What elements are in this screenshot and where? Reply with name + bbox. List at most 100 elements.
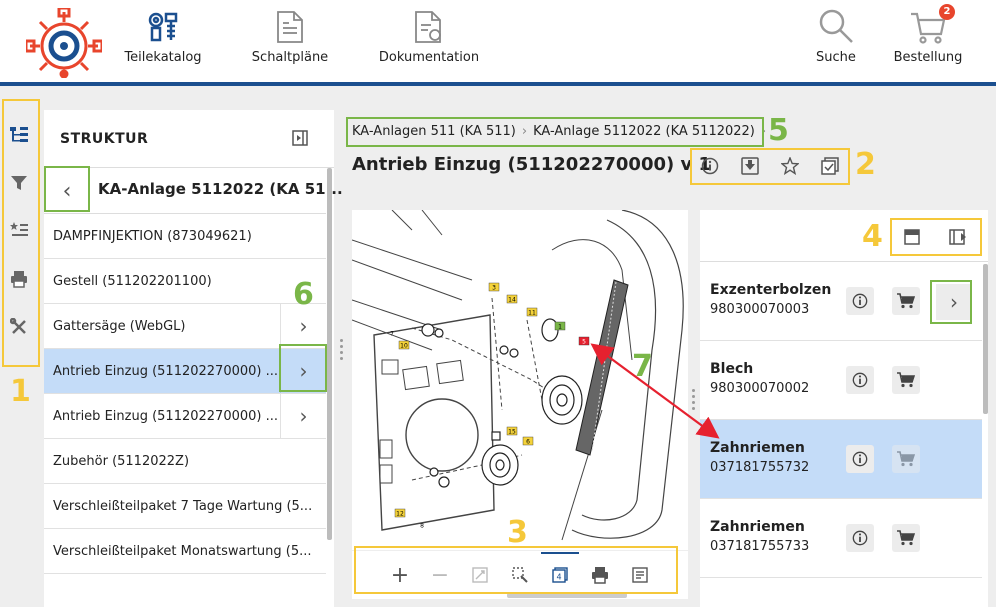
part-drilldown-button[interactable]: › [936, 284, 972, 320]
callout-number: 14 [508, 297, 516, 304]
structure-tree-button[interactable] [8, 124, 30, 146]
page-button[interactable]: 4 [541, 552, 579, 586]
part-row[interactable]: Exzenterbolzen 980300070003 › [700, 262, 982, 341]
structure-current-level: ‹ KA-Anlage 5112022 (KA 51... [44, 168, 343, 214]
structure-item-label: DAMPFINJEKTION (873049621) [53, 228, 252, 244]
list-icon [632, 567, 648, 583]
part-info-button[interactable] [846, 366, 874, 394]
left-splitter-handle[interactable] [340, 336, 344, 366]
callout-number: 11 [528, 310, 536, 317]
callout-label[interactable]: 5 [578, 336, 590, 346]
favorites-list-icon [10, 222, 28, 236]
structure-panel: STRUKTUR ‹ KA-Anlage 5112022 (KA 51... D… [44, 110, 343, 607]
filter-button[interactable] [8, 172, 30, 194]
favorites-list-button[interactable] [8, 220, 30, 242]
tools-button[interactable] [8, 316, 30, 338]
callout-label[interactable]: 15 [506, 426, 518, 436]
part-row[interactable]: Zahnriemen 037181755732 [700, 420, 982, 499]
list-button[interactable] [629, 564, 651, 586]
expand-item-button[interactable]: › [280, 349, 326, 393]
nav-parts-catalog[interactable]: Teilekatalog [122, 6, 204, 65]
print-button[interactable] [589, 564, 611, 586]
structure-item[interactable]: DAMPFINJEKTION (873049621) [44, 214, 326, 259]
structure-item[interactable]: Verschleißteilpaket 7 Tage Wartung (5... [44, 484, 326, 529]
download-icon [741, 157, 759, 175]
callout-number: 5 [582, 339, 586, 346]
part-info-button[interactable] [846, 287, 874, 315]
add-to-cart-button[interactable] [892, 366, 920, 394]
structure-scrollbar[interactable] [327, 168, 332, 540]
callout-number: 3 [492, 285, 496, 292]
nav-parts-catalog-label: Teilekatalog [124, 50, 202, 65]
print-icon [591, 566, 609, 584]
structure-item[interactable]: Gestell (511202201100) [44, 259, 326, 304]
checklist-button[interactable] [819, 155, 841, 177]
part-number: 037181755733 [710, 539, 810, 554]
part-row[interactable]: Zahnriemen 037181755733 [700, 499, 982, 578]
cart-icon [897, 293, 915, 309]
company-logo-icon[interactable] [26, 8, 102, 78]
annotation-label-5: 5 [768, 113, 789, 148]
info-button[interactable] [699, 155, 721, 177]
chevron-left-icon: ‹ [62, 178, 72, 204]
zoom-out-button[interactable]: − [429, 562, 451, 588]
nav-order[interactable]: 2 Bestellung [890, 4, 966, 65]
collapse-panel-icon[interactable] [292, 130, 308, 146]
breadcrumb-item[interactable]: KA-Anlagen 511 (KA 511) [352, 124, 516, 139]
toggle-layout-button[interactable] [902, 228, 922, 246]
nav-schematics[interactable]: Schaltpläne [248, 6, 332, 65]
structure-item-label: Antrieb Einzug (511202270000) ... [53, 363, 279, 379]
part-name: Exzenterbolzen [710, 282, 832, 298]
structure-item[interactable]: Antrieb Einzug (511202270000) ... › [44, 349, 326, 394]
part-number: 980300070003 [710, 302, 810, 317]
fit-button[interactable] [469, 564, 491, 586]
parts-scrollbar[interactable] [983, 264, 988, 414]
viewer-horizontal-scrollbar[interactable] [507, 593, 627, 598]
add-to-cart-button[interactable] [892, 524, 920, 552]
callout-label[interactable]: 6 [522, 436, 534, 446]
part-info-button[interactable] [846, 445, 874, 473]
expand-panel-icon [949, 229, 966, 245]
nav-documentation[interactable]: Dokumentation [376, 6, 482, 65]
structure-item[interactable]: Verschleißteilpaket Monatswartung (5... [44, 529, 326, 574]
add-to-cart-button[interactable] [892, 445, 920, 473]
part-info-button[interactable] [846, 524, 874, 552]
structure-header: STRUKTUR [44, 110, 334, 168]
callout-label[interactable]: 12 [394, 508, 406, 518]
zoom-in-button[interactable]: + [389, 563, 411, 588]
add-to-cart-button[interactable] [892, 287, 920, 315]
title-action-bar [690, 148, 850, 184]
annotation-label-7: 7 [632, 349, 653, 384]
nav-search[interactable]: Suche [810, 6, 862, 65]
callout-label[interactable]: 7 [390, 331, 394, 338]
zoom-area-button[interactable] [509, 564, 531, 586]
zoom-out-icon: − [430, 562, 450, 588]
callout-label[interactable]: 8 [420, 523, 424, 530]
structure-item[interactable]: Antrieb Einzug (511202270000) ... › [44, 394, 326, 439]
callout-label[interactable]: 14 [506, 294, 518, 304]
favorite-button[interactable] [779, 155, 801, 177]
expand-panel-button[interactable] [948, 228, 968, 246]
structure-item[interactable]: Zubehör (5112022Z) [44, 439, 326, 484]
part-number: 037181755732 [710, 460, 810, 475]
breadcrumb-item[interactable]: KA-Anlage 5112022 (KA 5112022) [533, 124, 755, 139]
expand-item-button[interactable]: › [280, 394, 326, 438]
part-row[interactable]: Blech 980300070002 [700, 341, 982, 420]
callout-label[interactable]: 10 [398, 340, 410, 350]
callout-number: 15 [508, 429, 516, 436]
callout-label[interactable]: 3 [488, 282, 500, 292]
download-button[interactable] [739, 155, 761, 177]
nav-documentation-label: Dokumentation [378, 50, 480, 65]
cart-icon [897, 451, 915, 467]
back-button[interactable]: ‹ [44, 168, 90, 214]
info-icon [852, 451, 868, 467]
cart-count-badge: 2 [939, 4, 955, 20]
svg-text:4: 4 [556, 573, 561, 582]
structure-item[interactable]: Gattersäge (WebGL) › [44, 304, 326, 349]
right-splitter-handle[interactable] [692, 386, 696, 416]
callout-label[interactable]: 11 [526, 307, 538, 317]
callout-number: 1 [558, 324, 562, 331]
print-button[interactable] [8, 268, 30, 290]
callout-label[interactable]: 1 [554, 321, 566, 331]
annotation-label-4: 4 [862, 219, 883, 254]
